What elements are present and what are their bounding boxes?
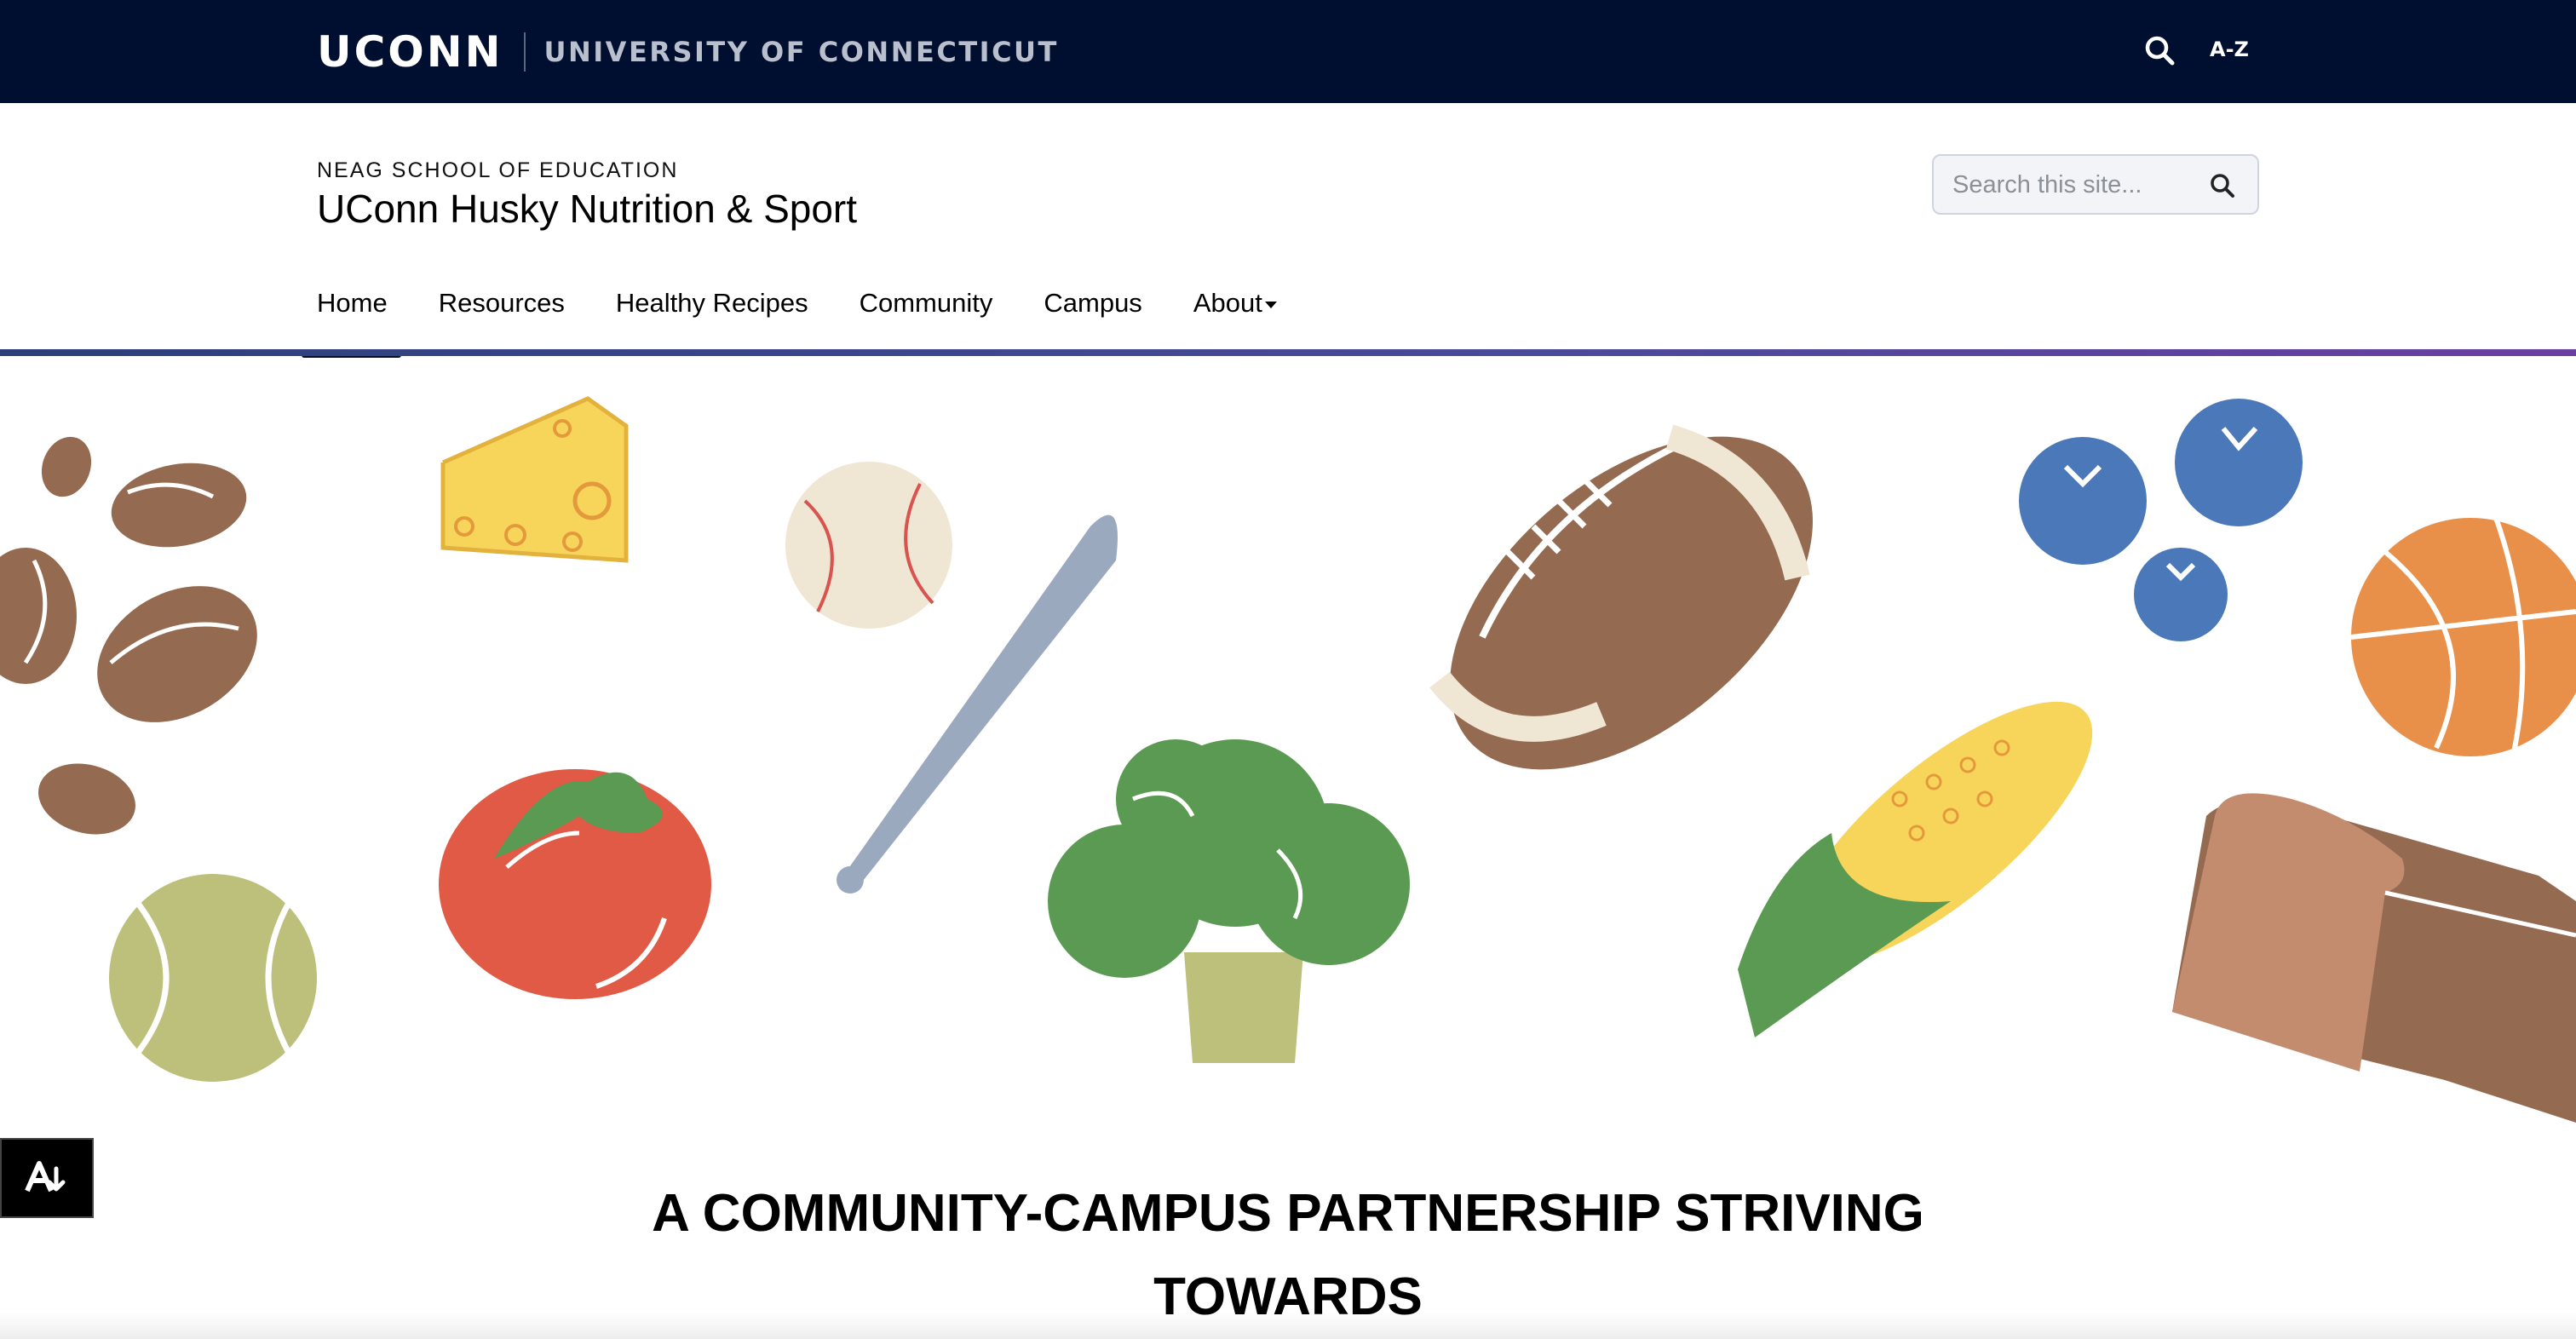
tennis-ball-illustration	[109, 874, 317, 1082]
nav-gradient-rule	[0, 349, 2576, 356]
beans-illustration	[0, 436, 257, 835]
baseball-illustration	[785, 462, 952, 629]
nav-item-community[interactable]: Community	[860, 288, 993, 330]
site-title[interactable]: UConn Husky Nutrition & Sport	[317, 186, 857, 232]
school-name[interactable]: NEAG SCHOOL OF EDUCATION	[317, 158, 678, 183]
blueberries-illustration	[2019, 399, 2303, 641]
nav-item-about[interactable]: About	[1193, 288, 1277, 330]
corn-illustration	[1738, 701, 2093, 1037]
search-icon[interactable]	[2142, 32, 2179, 70]
nav-item-healthy-recipes[interactable]: Healthy Recipes	[616, 288, 808, 330]
site-search-input[interactable]	[1952, 168, 2208, 202]
tagline-line-1: A COMMUNITY-CAMPUS PARTNERSHIP STRIVING	[652, 1184, 1924, 1243]
nav-item-home[interactable]: Home	[302, 288, 401, 358]
caret-down-icon	[1264, 301, 1277, 308]
hero-illustration	[0, 356, 2576, 1157]
nav-item-campus[interactable]: Campus	[1044, 288, 1141, 330]
site-search	[1932, 154, 2259, 215]
bread-illustration	[2172, 793, 2576, 1123]
tomato-illustration	[439, 769, 711, 999]
brand-divider	[523, 32, 526, 72]
university-name[interactable]: UNIVERSITY OF CONNECTICUT	[544, 36, 1059, 68]
nav-item-about-label: About	[1193, 288, 1262, 318]
bottom-shadow	[0, 1312, 2576, 1339]
basketball-illustration	[2350, 516, 2576, 757]
football-illustration	[1429, 424, 1813, 770]
cheese-illustration	[440, 396, 629, 563]
search-icon[interactable]	[2208, 171, 2237, 200]
main-nav: Home Resources Healthy Recipes Community…	[302, 288, 1328, 358]
uconn-wordmark[interactable]: UCONN	[317, 27, 503, 77]
nav-item-resources[interactable]: Resources	[439, 288, 565, 330]
uconn-brand[interactable]: UCONN UNIVERSITY OF CONNECTICUT	[317, 26, 1059, 78]
broccoli-illustration	[1048, 739, 1410, 1063]
a-z-index-link[interactable]: A-Z	[2210, 37, 2249, 61]
university-banner: UCONN UNIVERSITY OF CONNECTICUT A-Z	[0, 0, 2576, 103]
